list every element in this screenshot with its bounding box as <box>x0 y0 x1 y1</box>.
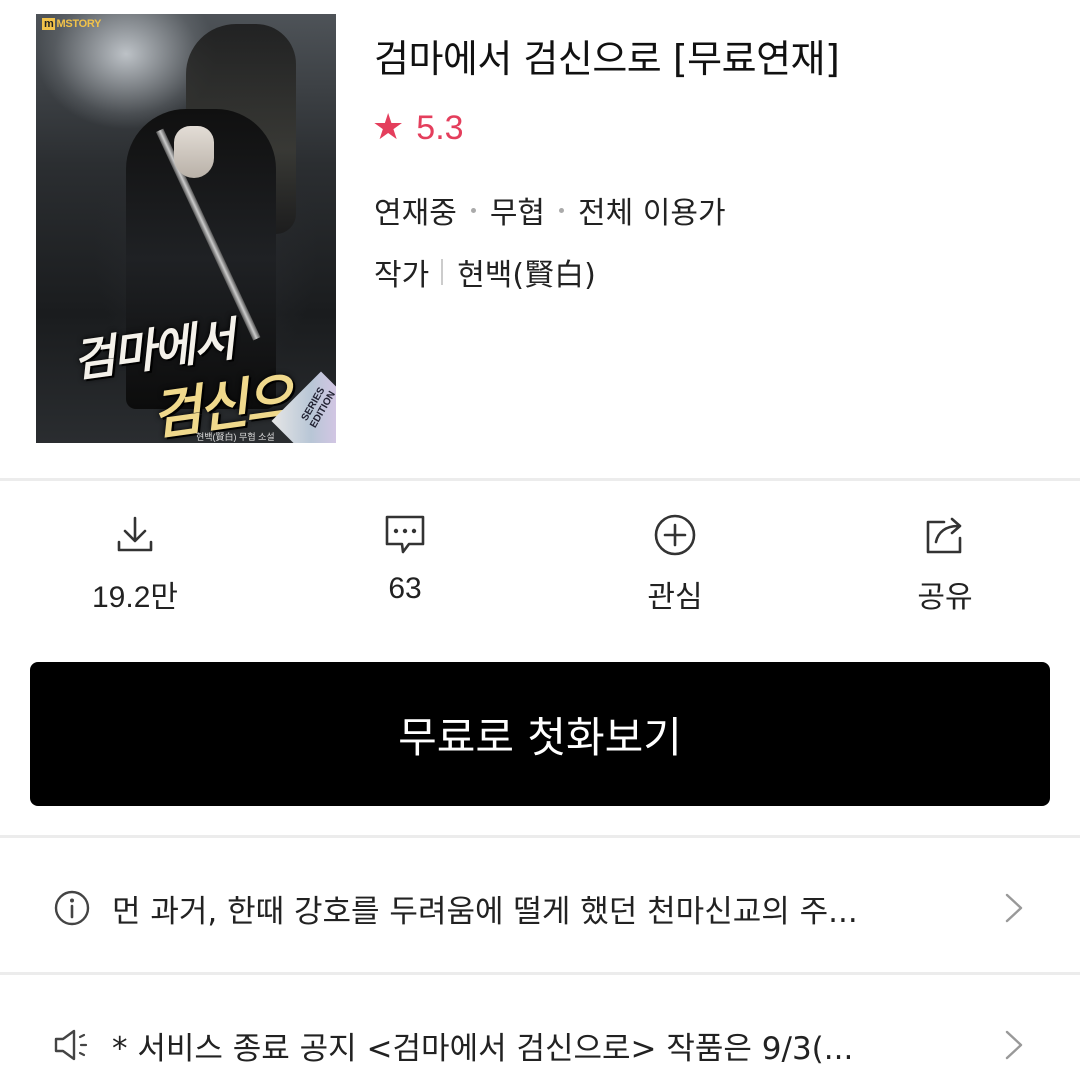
dot-separator <box>470 207 476 213</box>
chevron-right-icon <box>1005 893 1023 923</box>
star-icon: ★ <box>372 107 405 148</box>
share-label: 공유 <box>917 581 973 614</box>
notice-text: * 서비스 종료 공지 <검마에서 검신으로> 작품은 9/3(... <box>112 1030 854 1067</box>
publisher-logo: m MSTORY <box>42 18 102 30</box>
cover-credit: 현백(賢白) 무협 소설 <box>196 432 275 442</box>
section-divider <box>0 478 1080 481</box>
info-icon <box>54 890 90 926</box>
notice-row[interactable]: * 서비스 종료 공지 <검마에서 검신으로> 작품은 9/3(... <box>0 995 1080 1083</box>
chevron-right-icon <box>1005 1030 1023 1060</box>
read-first-episode-button[interactable]: 무료로 첫화보기 <box>30 662 1050 806</box>
synopsis-text: 먼 과거, 한때 강호를 두려움에 떨게 했던 천마신교의 주... <box>112 893 858 930</box>
add-circle-icon <box>654 514 696 556</box>
comment-button[interactable]: 63 <box>305 512 505 606</box>
author-label: 작가 <box>374 258 430 293</box>
divider <box>441 259 444 285</box>
dot-separator <box>559 207 565 213</box>
share-icon <box>926 517 962 554</box>
favorite-label: 관심 <box>647 581 703 614</box>
download-count-button[interactable]: 19.2만 <box>35 512 235 616</box>
work-meta: 연재중 무협 전체 이용가 <box>374 188 726 232</box>
download-icon <box>117 516 153 552</box>
section-divider <box>0 972 1080 975</box>
genre-label: 무협 <box>489 196 546 231</box>
download-count: 19.2만 <box>92 581 178 614</box>
rating: ★ 5.3 <box>372 108 464 148</box>
share-button[interactable]: 공유 <box>845 512 1045 616</box>
status-label: 연재중 <box>374 196 457 231</box>
comment-count: 63 <box>388 572 422 605</box>
rating-value: 5.3 <box>416 109 464 147</box>
author-row[interactable]: 작가 현백(賢白) <box>374 250 596 294</box>
cover-face <box>174 126 214 178</box>
age-rating-label: 전체 이용가 <box>578 196 726 231</box>
section-divider <box>0 835 1080 838</box>
favorite-button[interactable]: 관심 <box>575 512 775 616</box>
speaker-icon <box>54 1029 88 1061</box>
comment-icon <box>385 515 425 554</box>
synopsis-row[interactable]: 먼 과거, 한때 강호를 두려움에 떨게 했던 천마신교의 주... <box>0 858 1080 958</box>
book-cover[interactable]: m MSTORY 검마에서 검신으로 SERIES EDITION 현백(賢白) … <box>36 14 336 443</box>
author-name[interactable]: 현백(賢白) <box>457 250 596 294</box>
work-title: 검마에서 검신으로 [무료연재] <box>374 37 840 81</box>
